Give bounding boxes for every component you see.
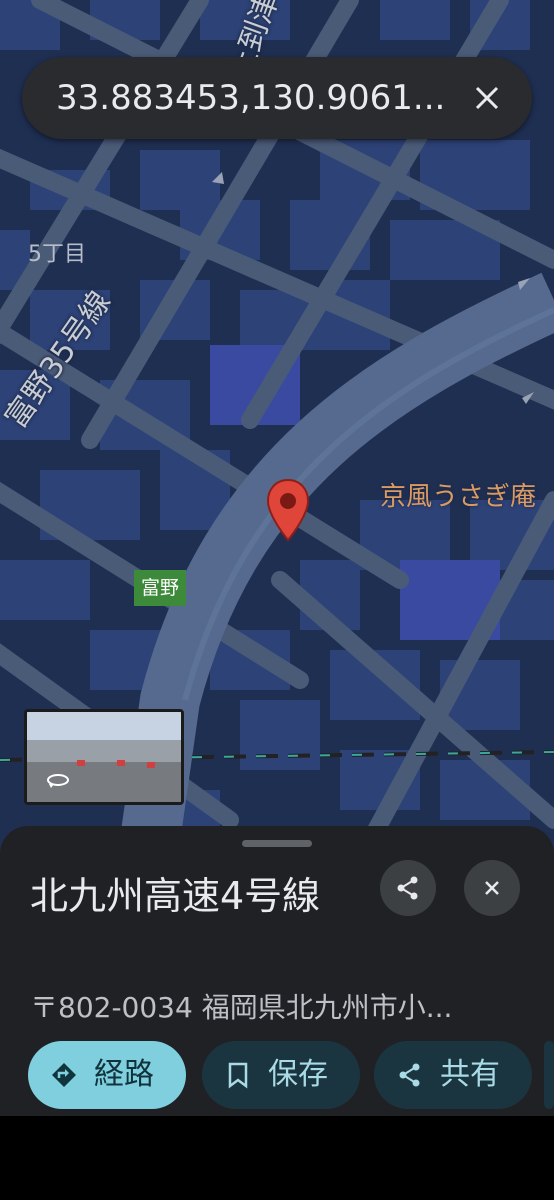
share-icon xyxy=(397,876,418,900)
save-label: 保存 xyxy=(268,1057,328,1092)
share-button[interactable] xyxy=(380,860,436,916)
place-sheet: 北九州高速4号線 〒802-0034 福岡県北九州市小... 経路 保存 共有 xyxy=(0,826,554,1116)
close-sheet-button[interactable] xyxy=(464,860,520,916)
directions-button[interactable]: 経路 xyxy=(28,1041,186,1109)
street-view-thumbnail[interactable] xyxy=(24,709,184,805)
save-button[interactable]: 保存 xyxy=(202,1041,360,1109)
more-actions-chip[interactable] xyxy=(544,1041,554,1109)
area-label: 5丁目 xyxy=(28,242,86,267)
share-icon xyxy=(399,1063,420,1087)
drag-handle[interactable] xyxy=(242,840,312,847)
directions-icon xyxy=(52,1063,76,1087)
directions-label: 経路 xyxy=(94,1057,154,1092)
station-badge[interactable]: 富野 xyxy=(134,570,186,606)
close-icon xyxy=(485,881,499,895)
location-pin-icon[interactable] xyxy=(265,478,311,542)
bookmark-icon xyxy=(228,1062,248,1089)
share-label: 共有 xyxy=(440,1057,500,1092)
close-icon[interactable] xyxy=(468,79,506,117)
search-query[interactable]: 33.883453,130.9061... xyxy=(56,57,456,139)
place-address: 〒802-0034 福岡県北九州市小... xyxy=(30,991,453,1024)
360-rotate-icon xyxy=(47,774,69,788)
poi-label[interactable]: 京風うさぎ庵 xyxy=(380,476,536,513)
system-nav-area xyxy=(0,1116,554,1200)
search-bar[interactable]: 33.883453,130.9061... xyxy=(22,57,532,139)
place-title: 北九州高速4号線 xyxy=(30,874,321,918)
share-chip-button[interactable]: 共有 xyxy=(374,1041,532,1109)
